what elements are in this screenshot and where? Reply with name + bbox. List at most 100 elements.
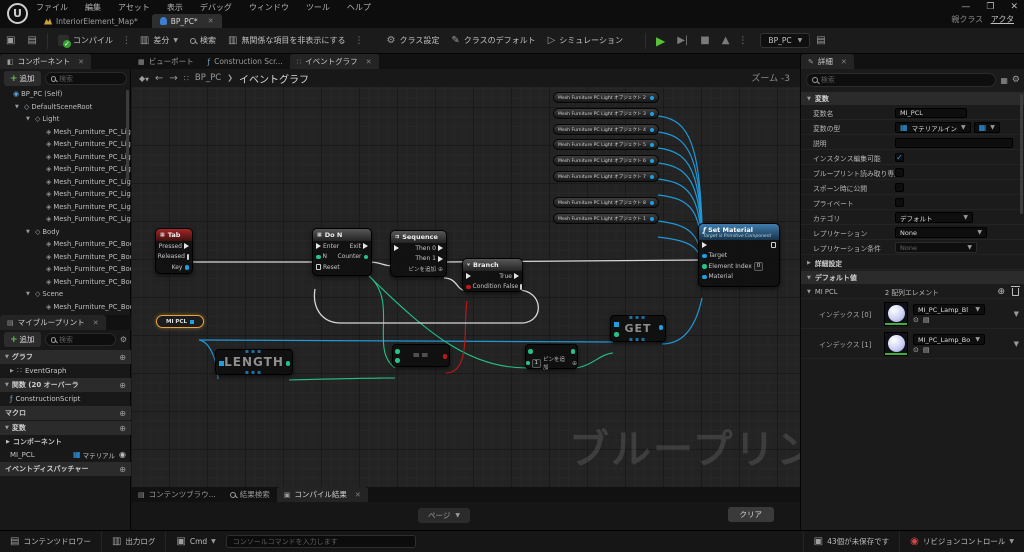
menu-tools[interactable]: ツール — [306, 2, 330, 13]
frame-skip-button[interactable]: ▶| — [671, 28, 694, 54]
int-input-pin[interactable] — [526, 361, 530, 365]
component-tree-item[interactable]: Mesh_Furniture_PC_Light_9 — [0, 213, 131, 226]
add-graph-icon[interactable]: ⊕ — [119, 353, 126, 362]
exec-pin[interactable] — [184, 243, 189, 249]
element-index-value[interactable]: 0 — [754, 262, 764, 271]
menu-file[interactable]: ファイル — [36, 2, 68, 13]
bool-pin[interactable] — [466, 285, 471, 290]
page-button[interactable]: ページ▼ — [418, 508, 470, 523]
exec-pin[interactable] — [520, 284, 522, 290]
details-scrollbar[interactable] — [1020, 94, 1023, 214]
breadcrumb-root[interactable]: BP_PC — [195, 73, 221, 83]
description-input[interactable] — [895, 138, 1013, 148]
index-input-pin[interactable] — [614, 332, 619, 337]
material-asset-dropdown[interactable]: MI_PC_Lamp_Bo▼ — [913, 334, 985, 345]
add-element-icon[interactable]: ⊕ — [997, 287, 1005, 297]
component-tree-item[interactable]: Mesh_Furniture_PC_Body_1 — [0, 238, 131, 251]
chevron-down-icon[interactable]: ▼ — [1014, 310, 1019, 318]
play-options-icon[interactable]: ⋮ — [735, 36, 750, 46]
back-arrow-icon[interactable]: ← — [155, 73, 163, 84]
tab-interior-element-map[interactable]: InteriorElement_Map* — [36, 14, 146, 28]
maximize-button[interactable]: ❐ — [986, 2, 994, 12]
tab-viewport[interactable]: ▦ ビューポート — [131, 54, 201, 69]
construction-script-item[interactable]: ƒ ConstructionScript — [0, 392, 131, 405]
close-tab-icon[interactable]: ✕ — [208, 17, 214, 25]
diff-button[interactable]: ▥ 差分▼ — [134, 28, 184, 54]
add-variable-icon[interactable]: ⊕ — [119, 424, 126, 433]
settings-gear-icon[interactable]: ⚙ — [120, 335, 127, 344]
material-thumbnail[interactable] — [884, 302, 908, 326]
menu-debug[interactable]: デバッグ — [200, 2, 232, 13]
component-tree-item[interactable]: Mesh_Furniture_PC_Light_5 — [0, 163, 131, 176]
variable-getter-node[interactable]: Mesh Furniture PC Light オブジェクト 8 — [553, 197, 659, 208]
tab-compiler-results[interactable]: ▣ コンパイル結果✕ — [277, 487, 368, 502]
int-output-pin[interactable] — [286, 361, 291, 366]
container-type-dropdown[interactable]: ▦▼ — [974, 122, 1000, 133]
sequence-node[interactable]: ⇉Sequence Then 0 Then 1 ピンを追加⊕ — [390, 230, 447, 277]
exec-pin[interactable] — [438, 245, 443, 251]
components-search[interactable] — [45, 72, 127, 85]
exec-pin[interactable] — [363, 243, 368, 249]
event-graph-canvas[interactable]: ◆▼ ← → ∷ BP_PC ❯ イベントグラフ ズーム -3 ブループリント … — [131, 69, 800, 487]
default-value-section-header[interactable]: ▼デフォルト値 — [801, 271, 1024, 284]
variable-getter-node[interactable]: Mesh Furniture PC Light オブジェクト 2 — [553, 92, 659, 103]
object-output-pin[interactable] — [650, 112, 654, 116]
add-int-node[interactable]: 1 ピンを追加 ⊕ — [525, 344, 578, 369]
menu-asset[interactable]: アセット — [118, 2, 150, 13]
graphs-section-header[interactable]: ▼ グラフ ⊕ — [0, 350, 131, 364]
components-search-input[interactable] — [59, 75, 121, 83]
tab-find-results[interactable]: 結果検索 — [223, 487, 277, 502]
tab-bp-pc[interactable]: BP_PC* ✕ — [152, 14, 222, 28]
add-value-box[interactable]: 1 — [532, 359, 542, 368]
minimize-button[interactable]: — — [961, 2, 970, 12]
tab-content-browser[interactable]: ▤ コンテンツブラウ... — [131, 487, 223, 502]
category-dropdown[interactable]: デフォルト▼ — [895, 212, 973, 223]
details-search[interactable] — [806, 73, 996, 87]
functions-section-header[interactable]: ▼ 関数 (20 オーバーラ ⊕ — [0, 378, 131, 392]
key-pin[interactable] — [185, 265, 190, 270]
browse-to-asset-icon[interactable]: ▤ — [923, 316, 930, 324]
my-blueprint-search-input[interactable] — [59, 336, 110, 344]
array-input-pin[interactable] — [219, 361, 224, 366]
tab-event-graph[interactable]: ∷ イベントグラフ✕ — [290, 54, 379, 69]
exec-pin[interactable] — [316, 264, 321, 270]
clear-button[interactable]: クリア — [728, 507, 775, 522]
use-selected-icon[interactable]: ⊙ — [913, 346, 919, 354]
get-node[interactable]: ▪▪▪ GET ▪▪▪ — [610, 315, 666, 342]
variable-getter-node[interactable]: Mesh Furniture PC Light オブジェクト 5 — [553, 139, 659, 150]
menu-help[interactable]: ヘルプ — [347, 2, 371, 13]
close-button[interactable]: ✕ — [1010, 2, 1018, 12]
component-tree-item[interactable]: ▼ DefaultSceneRoot — [0, 101, 131, 114]
add-function-icon[interactable]: ⊕ — [119, 381, 126, 390]
variable-name-input[interactable]: MI_PCL — [895, 108, 967, 118]
eject-button[interactable]: ▲ — [716, 28, 736, 54]
menu-view[interactable]: 表示 — [167, 2, 183, 13]
unsaved-assets-button[interactable]: ▣ 43個が未保存です — [803, 531, 900, 552]
advanced-settings-row[interactable]: ▶詳細設定 — [801, 256, 1024, 270]
exec-pin[interactable] — [771, 242, 776, 248]
close-icon[interactable]: ✕ — [841, 58, 847, 66]
tab-event-node[interactable]: ▦Tab Pressed Released Key — [155, 228, 193, 274]
component-tree-item[interactable]: Mesh_Furniture_PC_Light_3 — [0, 138, 131, 151]
variable-mi-pcl[interactable]: MI_PCL ▦ マテリアル ◉ — [0, 448, 131, 461]
object-output-pin[interactable] — [650, 128, 654, 132]
use-selected-icon[interactable]: ⊙ — [913, 316, 919, 324]
component-tree-item[interactable]: ▼ Scene — [0, 288, 131, 301]
component-tree-item[interactable]: Mesh_Furniture_PC_Body_2 — [0, 251, 131, 264]
find-button[interactable]: 検索 — [184, 28, 222, 54]
object-output-pin[interactable] — [650, 175, 654, 179]
play-button[interactable]: ▶ — [650, 28, 671, 54]
console-command-input[interactable] — [226, 535, 416, 548]
component-tree-item[interactable]: Mesh_Furniture_PC_Light_6 — [0, 176, 131, 189]
exec-pin[interactable] — [438, 256, 443, 262]
browse-to-asset-icon[interactable]: ▤ — [923, 346, 930, 354]
int-pin[interactable] — [316, 255, 321, 260]
object-output-pin[interactable] — [650, 217, 654, 221]
eye-icon[interactable]: ◉ — [119, 450, 126, 459]
component-tree-item[interactable]: Mesh_Furniture_PC_Light_8 — [0, 201, 131, 214]
dispatchers-section-header[interactable]: イベントディスパッチャー ⊕ — [0, 462, 131, 476]
add-dispatcher-icon[interactable]: ⊕ — [119, 465, 126, 474]
revision-control-button[interactable]: ◉ リビジョンコントロール▼ — [899, 531, 1024, 552]
tab-components[interactable]: ◧ コンポーネント✕ — [0, 54, 91, 69]
variable-getter-node[interactable]: Mesh Furniture PC Light オブジェクト 1 — [553, 213, 659, 224]
